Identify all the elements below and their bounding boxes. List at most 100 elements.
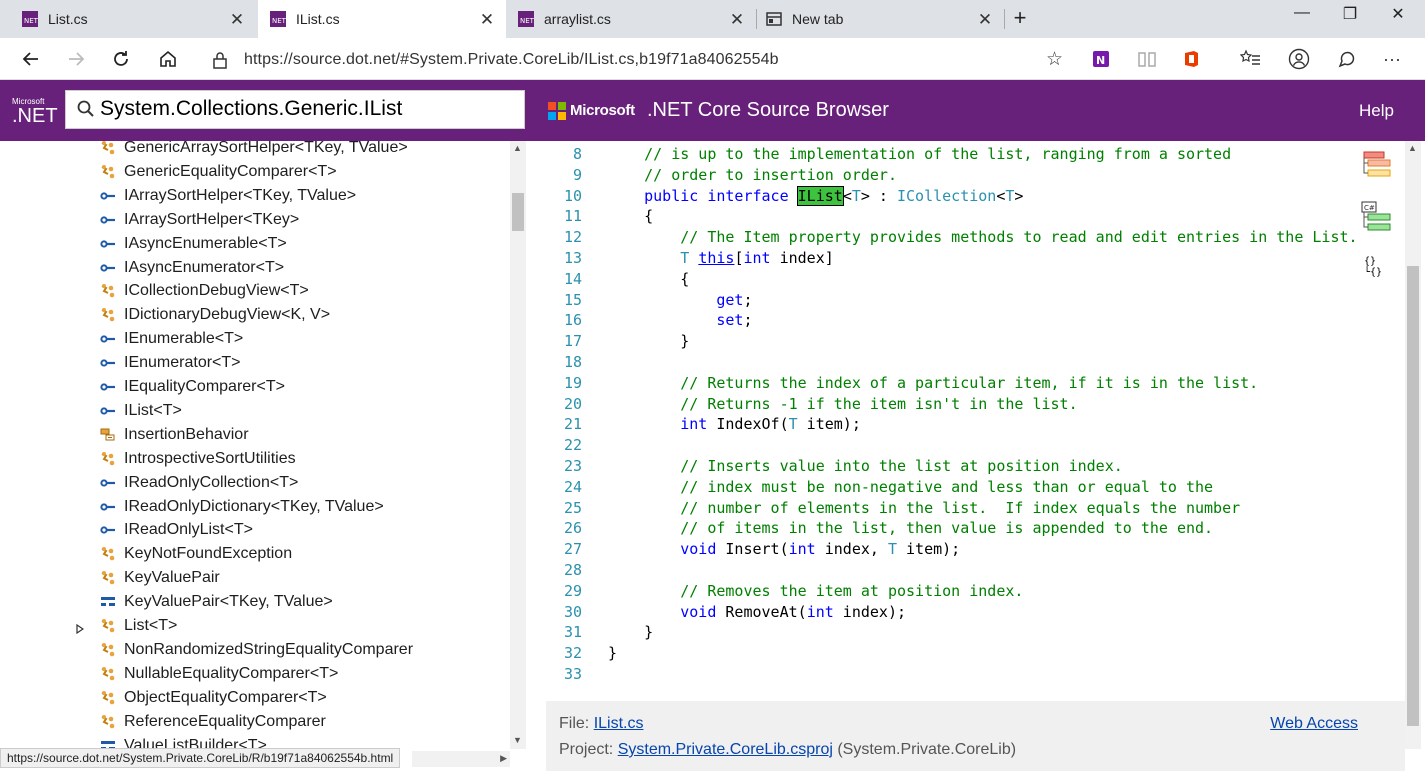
line-number[interactable]: 13: [546, 249, 582, 267]
scroll-right-icon[interactable]: ▶: [500, 753, 507, 764]
tab-title: IList.cs: [296, 11, 340, 27]
close-icon[interactable]: ✕: [228, 10, 246, 30]
code-token: >: [1014, 186, 1024, 205]
line-number[interactable]: 24: [546, 478, 582, 496]
line-number[interactable]: 31: [546, 623, 582, 641]
interface-icon: [100, 355, 116, 371]
tree-horizontal-scrollbar[interactable]: ▶: [412, 751, 510, 767]
tab-title: arraylist.cs: [544, 11, 611, 27]
scroll-thumb[interactable]: [1407, 266, 1419, 726]
microsoft-label: Microsoft: [570, 102, 635, 119]
refresh-icon[interactable]: [108, 46, 134, 72]
class-icon: [100, 666, 116, 682]
tab-separator: [1004, 9, 1005, 29]
reading-view-icon[interactable]: [1136, 48, 1158, 70]
svg-text:NET: NET: [24, 17, 38, 25]
line-number[interactable]: 23: [546, 457, 582, 475]
interface-icon: [100, 331, 116, 347]
more-options-icon[interactable]: ···: [1381, 48, 1403, 70]
help-link[interactable]: Help: [1359, 101, 1394, 121]
code-text: set;: [608, 311, 752, 329]
tree-scrollbar[interactable]: ▲ ▼: [510, 141, 526, 749]
line-number[interactable]: 28: [546, 561, 582, 579]
tab-title: New tab: [792, 11, 844, 27]
project-link[interactable]: System.Private.CoreLib.csproj: [618, 741, 833, 758]
tab-ilist-cs[interactable]: NET IList.cs ✕: [258, 0, 506, 38]
minimize-icon[interactable]: —: [1290, 4, 1314, 22]
file-link[interactable]: IList.cs: [594, 715, 644, 732]
line-number[interactable]: 12: [546, 228, 582, 246]
type-reference-link[interactable]: ICollection: [897, 187, 996, 205]
restore-icon[interactable]: ❐: [1338, 4, 1362, 24]
url-field[interactable]: https://source.dot.net/#System.Private.C…: [198, 42, 1073, 76]
favorites-list-icon[interactable]: [1240, 48, 1262, 70]
project-suffix: (System.Private.CoreLib): [837, 741, 1017, 758]
line-number[interactable]: 27: [546, 540, 582, 558]
tab-list-cs[interactable]: NET List.cs ✕: [0, 0, 256, 38]
dotnet-favicon-icon: NET: [518, 11, 534, 27]
indexer-link[interactable]: this: [698, 249, 734, 267]
line-number[interactable]: 14: [546, 270, 582, 288]
web-access-link[interactable]: Web Access: [1270, 715, 1358, 733]
line-number[interactable]: 29: [546, 582, 582, 600]
code-text: // is up to the implementation of the li…: [608, 145, 1231, 163]
line-number[interactable]: 9: [546, 166, 582, 184]
interface-icon: [100, 403, 116, 419]
code-token: int: [788, 540, 816, 559]
line-number[interactable]: 18: [546, 353, 582, 371]
tree-item-label: IAsyncEnumerable<T>: [124, 234, 287, 252]
back-arrow-icon[interactable]: [18, 46, 44, 72]
line-number[interactable]: 20: [546, 395, 582, 413]
scroll-down-icon[interactable]: ▼: [513, 735, 522, 745]
line-number[interactable]: 26: [546, 519, 582, 537]
type-reference-link[interactable]: T: [888, 540, 897, 558]
feedback-icon[interactable]: [1336, 48, 1358, 70]
profile-icon[interactable]: [1288, 48, 1310, 70]
scroll-up-icon[interactable]: ▲: [1408, 143, 1417, 153]
line-number[interactable]: 21: [546, 415, 582, 433]
document-outline-icon[interactable]: [1362, 150, 1392, 180]
symbol-search-input[interactable]: System.Collections.Generic.IList: [65, 90, 525, 129]
new-tab-plus-icon[interactable]: +: [1008, 5, 1032, 31]
type-reference-link[interactable]: T: [608, 249, 698, 267]
home-icon[interactable]: [155, 46, 181, 72]
line-number[interactable]: 10: [546, 187, 582, 205]
line-number[interactable]: 8: [546, 145, 582, 163]
tree-item-label: ReferenceEqualityComparer: [124, 712, 326, 730]
close-icon[interactable]: ✕: [728, 10, 746, 30]
tab-arraylist-cs[interactable]: NET arraylist.cs ✕: [506, 0, 756, 38]
scroll-thumb[interactable]: [512, 193, 524, 231]
window-close-icon[interactable]: ✕: [1386, 4, 1410, 24]
line-number[interactable]: 25: [546, 499, 582, 517]
tree-item-label: IEnumerator<T>: [124, 354, 241, 372]
dotnet-logo[interactable]: Microsoft .NET: [12, 98, 58, 127]
line-number[interactable]: 11: [546, 207, 582, 225]
code-text: // Removes the item at position index.: [608, 582, 1023, 600]
csharp-outline-icon[interactable]: C#: [1360, 200, 1392, 234]
favorite-star-icon[interactable]: ☆: [1046, 48, 1063, 71]
close-icon[interactable]: ✕: [976, 10, 994, 30]
onenote-icon[interactable]: N: [1090, 48, 1112, 70]
type-reference-link[interactable]: T: [789, 415, 798, 433]
line-number[interactable]: 16: [546, 311, 582, 329]
braces-outline-icon[interactable]: {} └{}: [1364, 256, 1382, 278]
line-number[interactable]: 22: [546, 436, 582, 454]
dotnet-favicon-icon: NET: [22, 11, 38, 27]
type-reference-link[interactable]: T: [852, 187, 861, 205]
line-number[interactable]: 15: [546, 291, 582, 309]
tab-new-tab[interactable]: New tab ✕: [756, 0, 1004, 38]
code-token: Insert(: [716, 540, 789, 559]
office-icon[interactable]: [1180, 48, 1202, 70]
code-text: // of items in the list, then value is a…: [608, 519, 1213, 537]
forward-arrow-icon[interactable]: [63, 46, 89, 72]
line-number[interactable]: 30: [546, 603, 582, 621]
expand-triangle-icon[interactable]: [76, 621, 85, 639]
code-scrollbar[interactable]: ▲: [1405, 141, 1421, 749]
close-icon[interactable]: ✕: [478, 10, 496, 30]
line-number[interactable]: 32: [546, 644, 582, 662]
scroll-up-icon[interactable]: ▲: [513, 143, 522, 153]
line-number[interactable]: 17: [546, 332, 582, 350]
line-number[interactable]: 19: [546, 374, 582, 392]
highlighted-symbol[interactable]: IList: [796, 185, 844, 206]
line-number[interactable]: 33: [546, 665, 582, 683]
